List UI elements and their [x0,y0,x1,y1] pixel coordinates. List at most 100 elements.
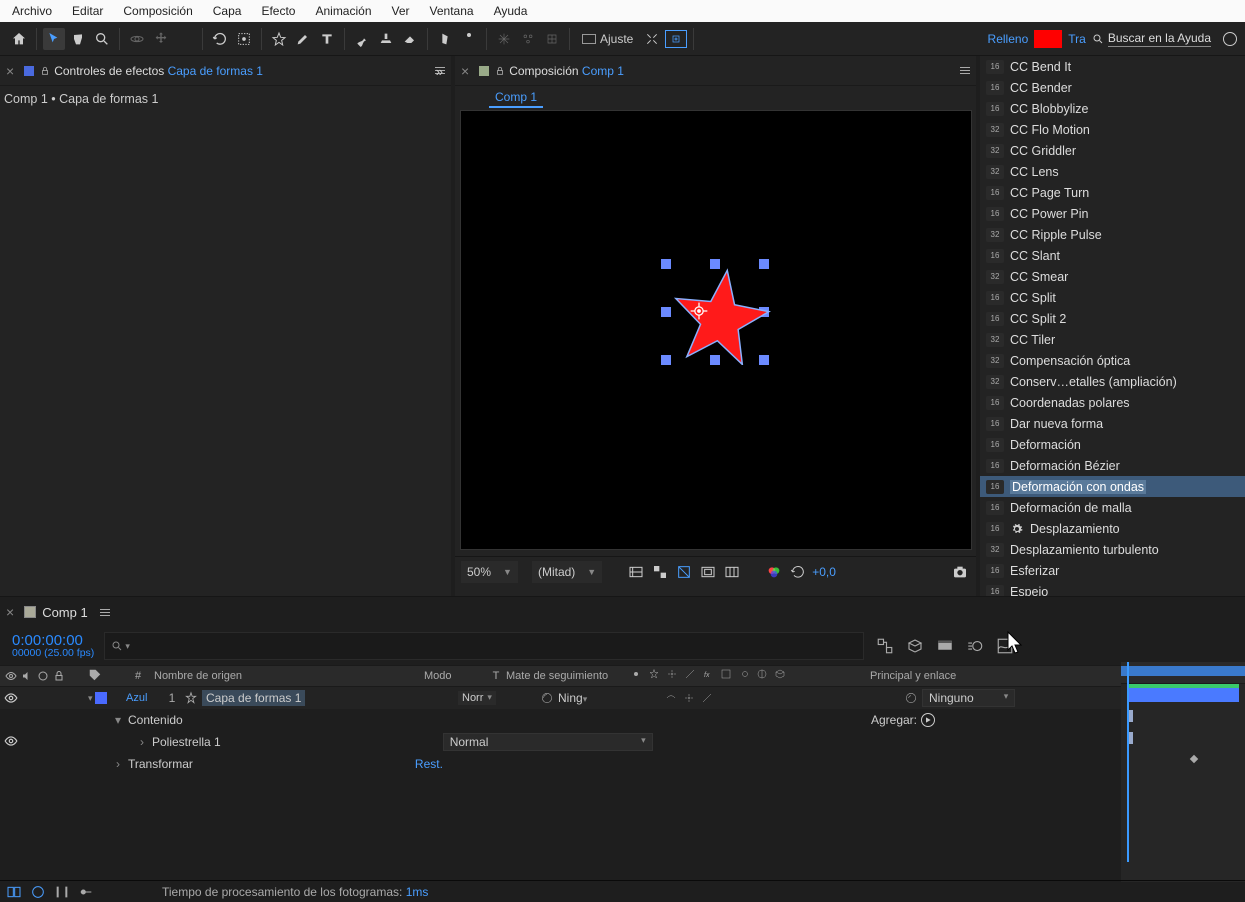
effect-item[interactable]: 32Compensación óptica [980,350,1245,371]
text-tool[interactable] [316,28,338,50]
track-matte-icon[interactable] [540,691,554,705]
zoom-tool[interactable] [91,28,113,50]
orbit-tool[interactable] [126,28,148,50]
effect-item[interactable]: 32CC Tiler [980,329,1245,350]
effect-item[interactable]: 32CC Griddler [980,140,1245,161]
toggle-mask-icon[interactable] [674,562,694,582]
mesh-icon-3[interactable] [541,28,563,50]
col-parent[interactable]: Principal y enlace [866,670,1016,682]
transform-handle[interactable] [661,355,671,365]
snapshot-icon[interactable] [950,562,970,582]
effect-item[interactable]: 16CC Split 2 [980,308,1245,329]
effect-item[interactable]: 32CC Lens [980,161,1245,182]
menu-animacion[interactable]: Animación [307,2,379,20]
effect-item[interactable]: 16CC Split [980,287,1245,308]
col-name[interactable]: Nombre de origen [150,670,424,682]
exposure-value[interactable]: +0,0 [812,565,836,579]
comp-lock-icon[interactable] [495,65,505,77]
shape-tool[interactable] [268,28,290,50]
pan-camera-tool[interactable] [150,28,172,50]
hand-tool[interactable] [67,28,89,50]
clone-stamp-tool[interactable] [375,28,397,50]
visibility-icon[interactable] [4,734,18,748]
comp-tab[interactable]: Comp 1 [489,88,543,108]
grid-icon[interactable] [722,562,742,582]
effect-item[interactable]: 16Deformación con ondas [980,476,1245,497]
home-button[interactable] [8,28,30,50]
effect-item[interactable]: 32CC Smear [980,266,1245,287]
toggle-transparency-icon[interactable] [626,562,646,582]
layer-visibility-toggle[interactable] [4,691,18,705]
effect-item[interactable]: 16CC Slant [980,245,1245,266]
menu-efecto[interactable]: Efecto [253,2,303,20]
info-icon[interactable] [1223,32,1237,46]
col-num[interactable]: # [126,670,150,682]
transform-handle[interactable] [661,307,671,317]
fill-swatch[interactable] [1034,30,1062,48]
menu-ver[interactable]: Ver [384,2,418,20]
switch-3d-icon[interactable] [774,668,790,684]
selection-tool[interactable] [43,28,65,50]
transform-handle[interactable] [661,259,671,269]
effects-panel-layer[interactable]: Capa de formas 1 [168,64,263,78]
track-matte-combo[interactable]: Ning▾ [558,691,587,705]
pickwhip-icon[interactable] [904,691,918,705]
effect-item[interactable]: 16Dar nueva forma [980,413,1245,434]
audio-col-icon[interactable] [20,669,34,683]
graph-editor-icon[interactable] [994,635,1016,657]
effect-item[interactable]: 16Deformación de malla [980,497,1245,518]
effect-item[interactable]: 16Espejo [980,581,1245,596]
timeline-menu-icon[interactable] [100,609,110,616]
switch-collapse-icon[interactable] [666,668,682,684]
effect-item[interactable]: 16Deformación [980,434,1245,455]
col-t[interactable]: T [486,670,506,682]
timeline-tracks[interactable] [1121,662,1245,882]
layer-quality-switch[interactable] [700,691,714,705]
composition-viewer[interactable] [460,110,972,550]
content-group-row[interactable]: ▾ Contenido Agregar: [0,709,1245,731]
timeline-search[interactable]: ▾ [104,632,864,660]
layer-twirl-icon[interactable]: ▾ [88,693,93,704]
layer-shy-switch[interactable] [664,691,678,705]
dolly-tool[interactable] [174,28,196,50]
mesh-icon-1[interactable] [493,28,515,50]
transform-row[interactable]: › Transformar Rest. [0,753,1245,775]
close-tab-icon[interactable]: × [6,63,14,79]
collapse-panel-icon[interactable]: » [436,64,443,79]
effect-item[interactable]: 16CC Power Pin [980,203,1245,224]
render-icon[interactable] [934,635,956,657]
switch-star-icon[interactable] [648,668,664,684]
col-track[interactable]: Mate de seguimiento [506,670,626,682]
solo-col-icon[interactable] [36,669,50,683]
adjustment-toggle[interactable]: Ajuste [576,30,639,48]
effect-item[interactable]: 16CC Bend It [980,56,1245,77]
search-help[interactable]: Buscar en la Ayuda [1092,31,1211,47]
effect-item[interactable]: 32CC Ripple Pulse [980,224,1245,245]
switch-quality-icon[interactable] [684,668,700,684]
layer-label-color[interactable] [95,692,107,704]
switch-shy-icon[interactable] [630,668,646,684]
add-button[interactable] [921,713,935,727]
zoom-combo[interactable]: 50%▼ [461,561,518,583]
label-col-icon[interactable] [88,668,102,682]
switch-fx-icon[interactable]: fx [702,668,718,684]
polystar-row[interactable]: › Poliestrella 1 Normal▾ [0,731,1245,753]
draft3d-icon[interactable] [904,635,926,657]
effect-item[interactable]: 16Desplazamiento [980,518,1245,539]
lock-col-icon[interactable] [52,669,66,683]
blend-combo[interactable]: Normal▾ [443,733,653,751]
comp-panel-menu-icon[interactable] [960,67,970,74]
resolution-combo[interactable]: (Mitad)▼ [532,561,602,583]
star-shape[interactable] [671,265,771,368]
col-mode[interactable]: Modo [424,670,486,682]
effect-item[interactable]: 16Esferizar [980,560,1245,581]
layer-collapse-switch[interactable] [682,691,696,705]
reset-link[interactable]: Rest. [415,757,443,771]
expand-icon[interactable] [30,884,46,900]
channel-icon[interactable] [764,562,784,582]
brush-tool[interactable] [351,28,373,50]
effect-item[interactable]: 16CC Page Turn [980,182,1245,203]
reset-exposure-icon[interactable] [788,562,808,582]
effect-item[interactable]: 16Coordenadas polares [980,392,1245,413]
layer-label[interactable]: Azul [126,692,160,704]
